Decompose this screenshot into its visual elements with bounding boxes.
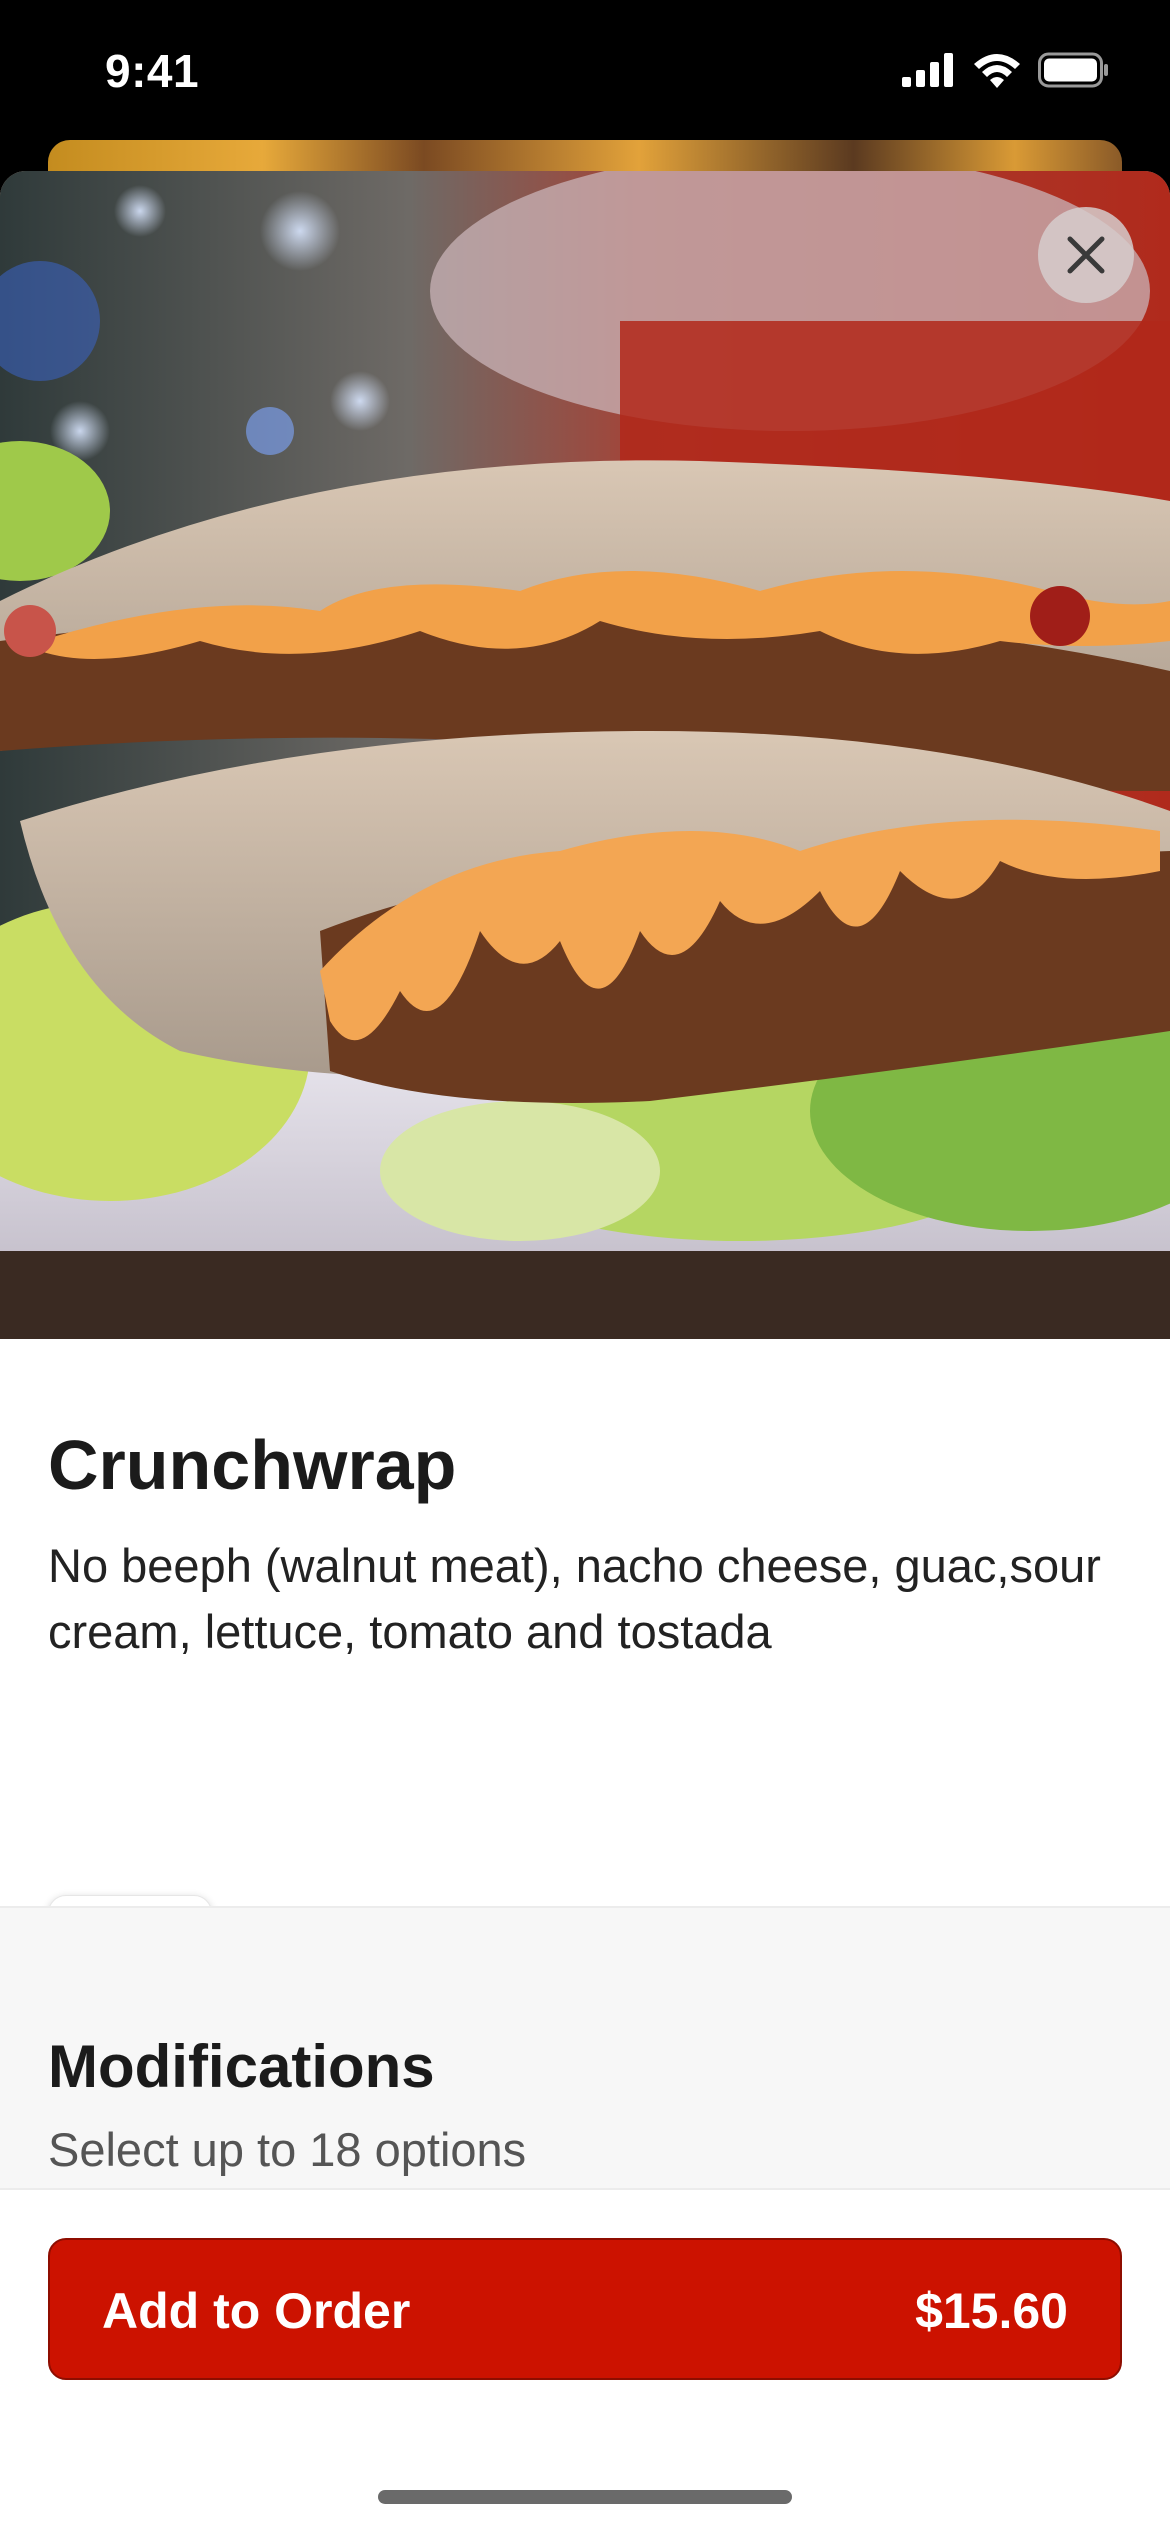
item-description: No beeph (walnut meat), nacho cheese, gu… — [48, 1539, 1101, 1658]
item-image — [0, 171, 1170, 1339]
status-icons — [902, 52, 1110, 93]
add-to-order-label: Add to Order — [102, 2283, 411, 2339]
home-indicator[interactable] — [378, 2490, 792, 2504]
signal-icon — [902, 53, 956, 92]
item-detail-sheet: Crunchwrap No beeph (walnut meat), nacho… — [0, 171, 1170, 2532]
close-button[interactable] — [1038, 207, 1134, 303]
modifications-subtitle: Select up to 18 options — [48, 2123, 527, 2176]
order-footer: Add to Order $15.60 — [0, 2188, 1170, 2532]
order-price: $15.60 — [915, 2283, 1068, 2339]
status-bar: 9:41 — [0, 0, 1170, 150]
status-time: 9:41 — [105, 45, 200, 97]
battery-icon — [1038, 52, 1110, 93]
close-icon — [1064, 233, 1108, 277]
wifi-icon — [972, 52, 1022, 93]
add-to-order-button[interactable]: Add to Order $15.60 — [48, 2238, 1122, 2380]
item-title: Crunchwrap — [48, 1426, 457, 1504]
modifications-title: Modifications — [48, 2033, 435, 2100]
